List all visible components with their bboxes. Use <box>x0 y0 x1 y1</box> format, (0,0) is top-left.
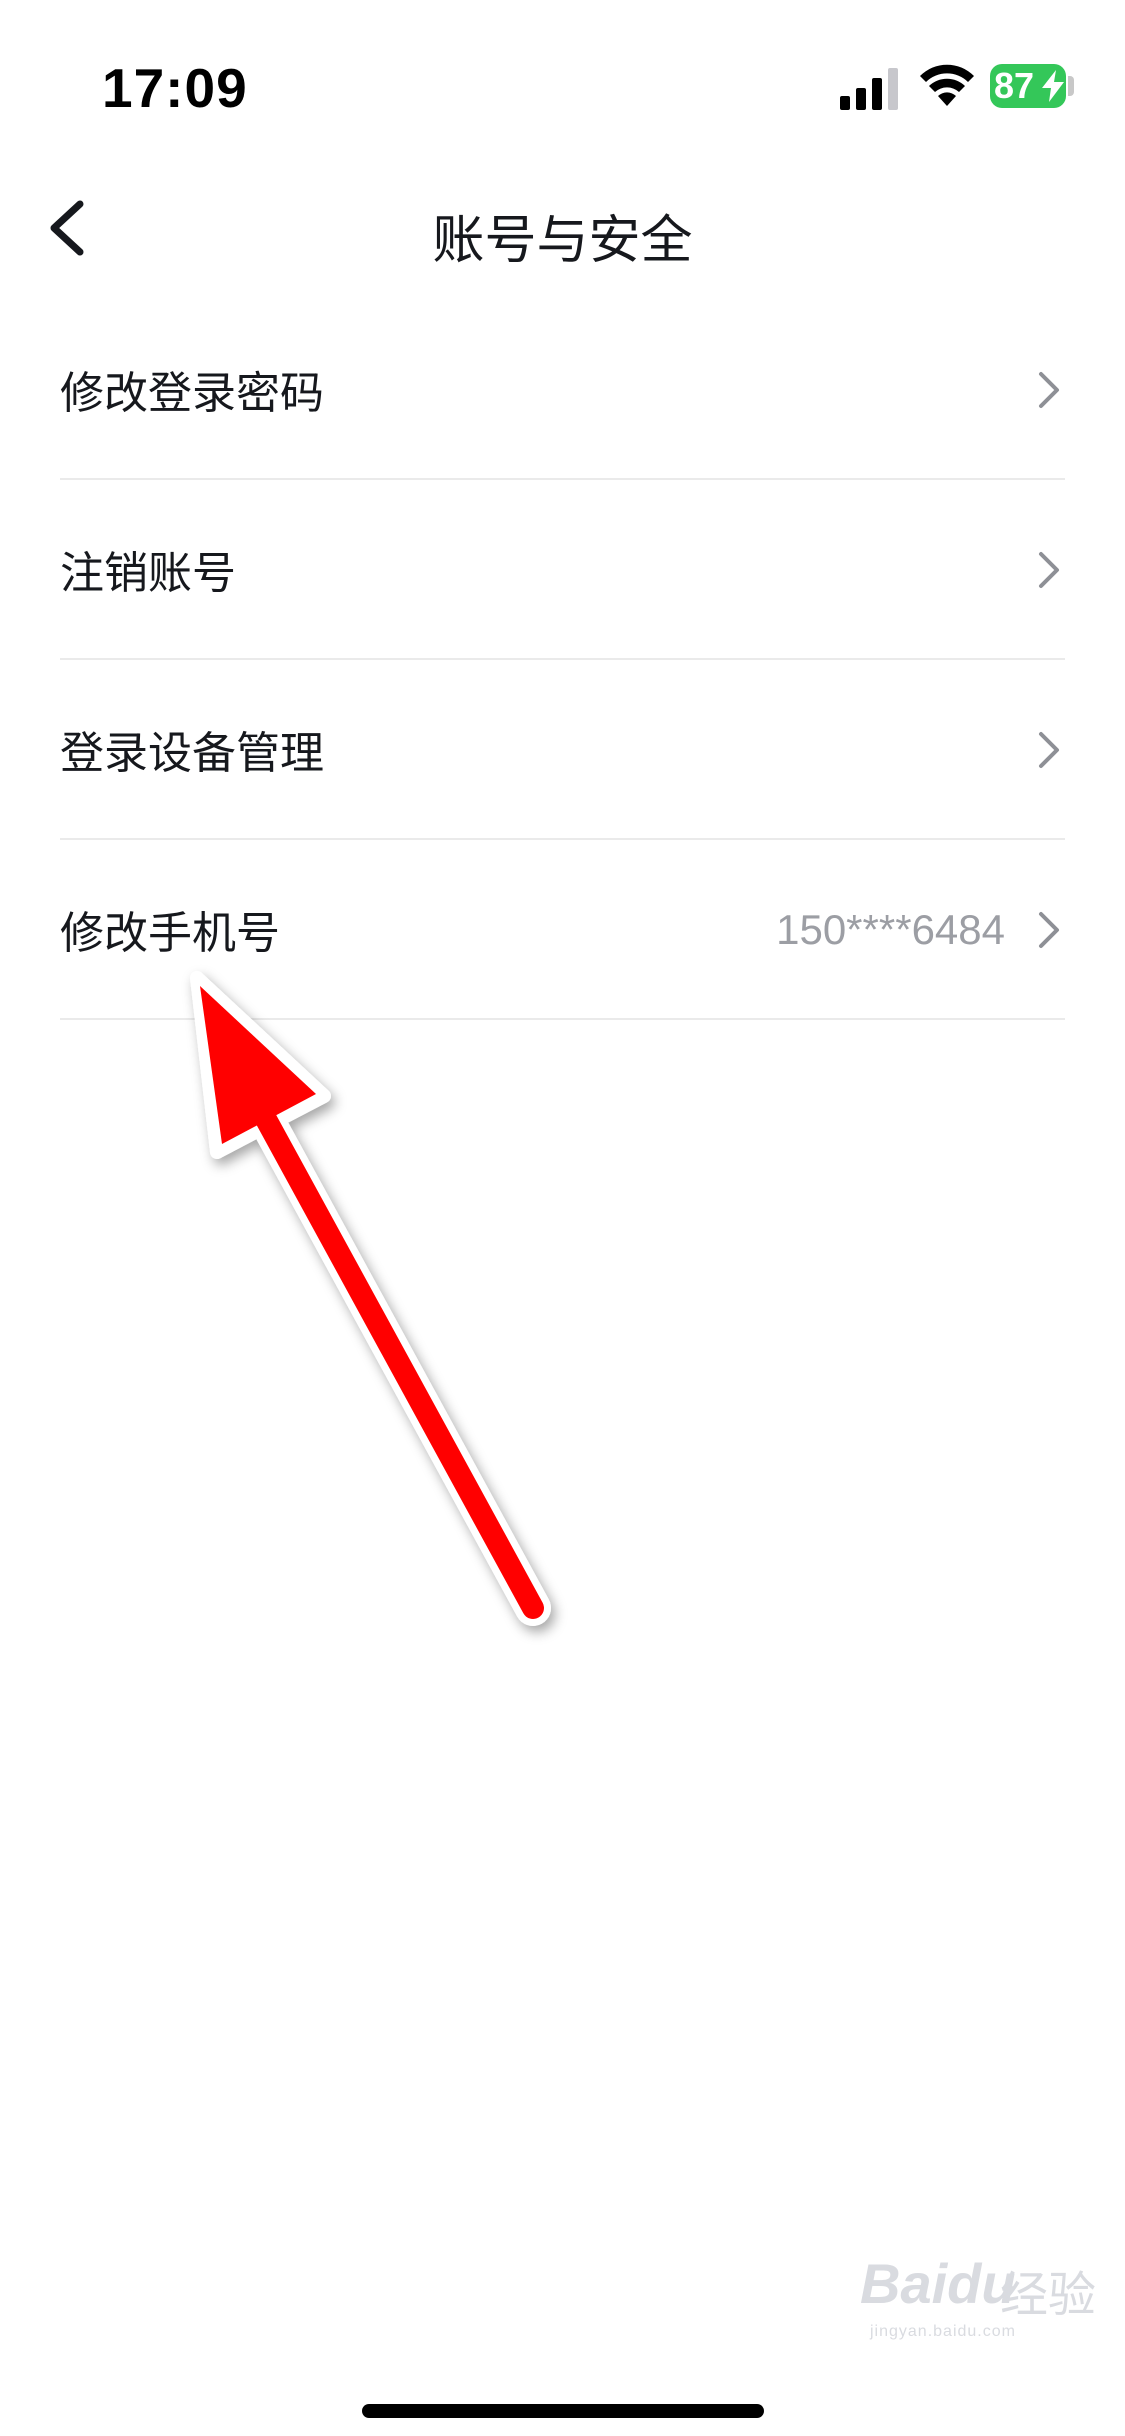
chevron-right-icon <box>1039 372 1059 408</box>
menu-item-label: 登录设备管理 <box>60 728 324 779</box>
status-bar: 17:09 87 <box>0 0 1125 170</box>
nav-bar: 账号与安全 <box>0 170 1125 300</box>
home-indicator[interactable] <box>362 2404 764 2418</box>
wifi-icon <box>920 64 974 106</box>
watermark-cn: 经验 <box>1000 2269 1097 2322</box>
menu-item-label: 修改手机号 <box>60 908 280 959</box>
battery-cap <box>1068 76 1074 96</box>
menu-item-label: 注销账号 <box>60 548 236 599</box>
menu-item-change-password[interactable]: 修改登录密码 <box>60 300 1065 480</box>
chevron-right-icon <box>1039 912 1059 948</box>
menu-item-label: 修改登录密码 <box>60 368 324 419</box>
watermark-url: jingyan.baidu.com <box>870 2323 1016 2340</box>
charging-bolt-icon <box>1042 70 1064 102</box>
menu-item-device-management[interactable]: 登录设备管理 <box>60 660 1065 840</box>
menu-item-change-phone[interactable]: 修改手机号 150****6484 <box>60 840 1065 1020</box>
phone-number-value: 150****6484 <box>776 906 1005 953</box>
page-title: 账号与安全 <box>432 211 693 271</box>
baidu-watermark: Baidu 经验 jingyan.baidu.com <box>860 2245 1100 2345</box>
status-time: 17:09 <box>102 57 248 119</box>
settings-list: 修改登录密码 注销账号 登录设备管理 修改手机号 150****6484 <box>60 300 1065 1020</box>
watermark-brand: Baidu <box>860 2252 1016 2315</box>
chevron-right-icon <box>1039 732 1059 768</box>
menu-item-delete-account[interactable]: 注销账号 <box>60 480 1065 660</box>
chevron-right-icon <box>1039 552 1059 588</box>
cellular-signal-icon <box>840 68 898 110</box>
